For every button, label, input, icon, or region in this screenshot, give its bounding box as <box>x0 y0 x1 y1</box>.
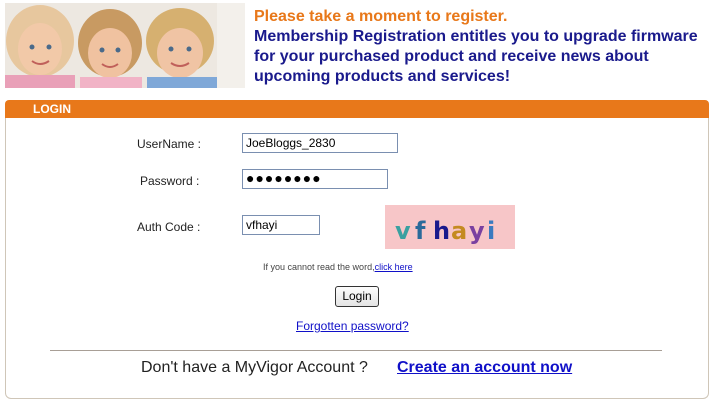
header-message-line-3: upcoming products and services! <box>254 68 511 85</box>
login-button[interactable]: Login <box>335 286 379 307</box>
captcha-help-text: If you cannot read the word, <box>263 262 375 272</box>
username-input[interactable]: JoeBloggs_2830 <box>242 133 398 153</box>
click-here-link[interactable]: click here <box>375 262 413 272</box>
username-label: UserName : <box>137 137 202 151</box>
no-account-text: Don't have a MyVigor Account ? <box>141 359 368 376</box>
header-photo <box>5 3 245 88</box>
captcha-char: i <box>487 217 496 245</box>
header-message-line-1: Membership Registration entitles you to … <box>254 28 698 45</box>
create-account-link[interactable]: Create an account now <box>397 359 572 377</box>
divider <box>50 350 662 351</box>
login-panel-title: LOGIN <box>33 102 71 116</box>
header-message-line-2: for your purchased product and receive n… <box>254 48 649 65</box>
login-panel <box>5 118 709 399</box>
authcode-input[interactable]: vfhayi <box>242 215 320 235</box>
login-panel-header: LOGIN <box>5 100 709 118</box>
authcode-label: Auth Code : <box>137 220 201 234</box>
header-text: Please take a moment to register. Member… <box>254 7 709 87</box>
captcha-help: If you cannot read the word,click here <box>263 262 413 272</box>
password-label: Password : <box>140 174 200 188</box>
captcha-char: y <box>469 217 485 245</box>
header-title: Please take a moment to register. <box>254 8 508 25</box>
captcha-image: v f h a y i <box>385 205 515 249</box>
captcha-char: a <box>451 217 468 245</box>
captcha-char: v <box>395 217 411 245</box>
captcha-char: h <box>433 217 451 245</box>
password-input[interactable]: ●●●●●●●● <box>242 169 388 189</box>
forgot-password-link[interactable]: Forgotten password? <box>296 319 409 333</box>
captcha-char: f <box>415 217 426 245</box>
